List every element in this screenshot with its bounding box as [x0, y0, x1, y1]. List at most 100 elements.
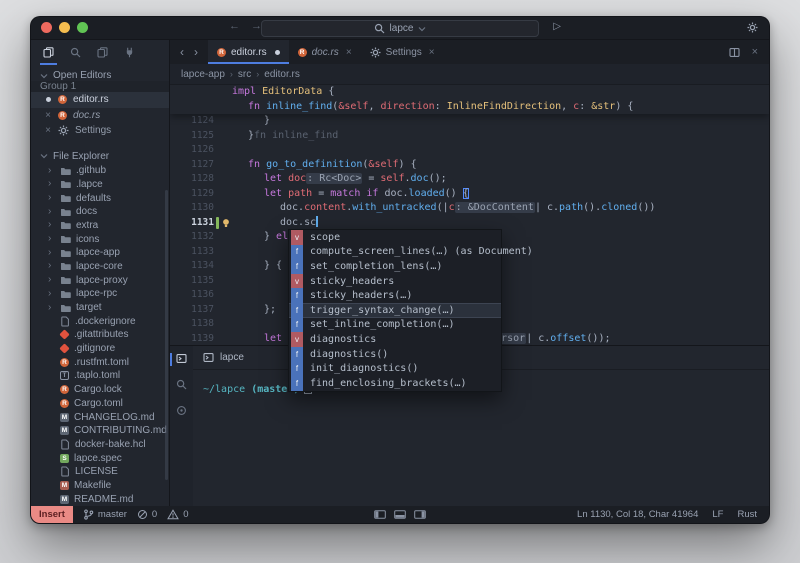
- chevron-right-icon: ›: [48, 303, 55, 313]
- search-icon[interactable]: [62, 40, 89, 65]
- problems-indicator[interactable]: 0 0: [137, 509, 189, 520]
- tree-item-.gitignore[interactable]: .gitignore: [31, 342, 169, 356]
- code-line: 1128let doc: Rc<Doc> = self.doc();: [170, 172, 769, 187]
- tree-item-lapce.spec[interactable]: Slapce.spec: [31, 451, 169, 465]
- completion-item-diagnostics[interactable]: vdiagnostics: [289, 332, 501, 347]
- tab-back-icon[interactable]: ‹: [180, 45, 184, 59]
- close-tab-icon[interactable]: ×: [429, 47, 435, 58]
- tab-doc.rs[interactable]: Rdoc.rs×: [289, 40, 361, 64]
- completion-item-set_inline_completion(…)[interactable]: fset_inline_completion(…): [289, 318, 501, 333]
- completion-item-trigger_syntax_change(…)[interactable]: ftrigger_syntax_change(…): [289, 303, 501, 318]
- branch-indicator[interactable]: master: [83, 509, 127, 520]
- completion-item-find_enclosing_brackets(…)[interactable]: ffind_enclosing_brackets(…): [289, 376, 501, 391]
- function-kind-icon: f: [291, 303, 303, 318]
- tree-item-Cargo.toml[interactable]: RCargo.toml: [31, 397, 169, 411]
- toggle-right-panel-icon[interactable]: [414, 510, 426, 519]
- completion-item-init_diagnostics()[interactable]: finit_diagnostics(): [289, 361, 501, 376]
- tree-item-lapce-proxy[interactable]: ›lapce-proxy: [31, 273, 169, 287]
- completion-item-compute_screen_lines(…) (as Document)[interactable]: fcompute_screen_lines(…) (as Document): [289, 245, 501, 260]
- tree-item-Makefile[interactable]: MMakefile: [31, 479, 169, 493]
- open-editors-header[interactable]: Open Editors: [31, 70, 169, 81]
- command-palette[interactable]: lapce: [261, 20, 539, 37]
- tree-item-.github[interactable]: ›.github: [31, 164, 169, 178]
- file-explorer-header[interactable]: File Explorer: [31, 151, 169, 162]
- tree-item-lapce-core[interactable]: ›lapce-core: [31, 260, 169, 274]
- mode-badge[interactable]: Insert: [31, 506, 73, 523]
- settings-gear-icon[interactable]: [747, 22, 758, 33]
- breadcrumb-segment[interactable]: lapce-app: [181, 69, 225, 80]
- completion-item-sticky_headers[interactable]: vsticky_headers: [289, 274, 501, 289]
- gutter: [214, 172, 220, 187]
- code-text: let path = match if doc.loaded() {: [232, 187, 469, 202]
- language-indicator[interactable]: Rust: [737, 509, 757, 520]
- tree-item-README.md[interactable]: MREADME.md: [31, 492, 169, 506]
- eol-indicator[interactable]: LF: [712, 509, 723, 520]
- folder-icon: [60, 275, 71, 285]
- chevron-right-icon: ›: [48, 220, 55, 230]
- minimize-window-button[interactable]: [59, 22, 70, 33]
- breadcrumb-segment[interactable]: src: [238, 69, 251, 80]
- sidebar-scrollbar[interactable]: [165, 190, 168, 480]
- tree-item-docs[interactable]: ›docs: [31, 205, 169, 219]
- toggle-bottom-panel-icon[interactable]: [394, 510, 406, 519]
- modified-indicator[interactable]: [44, 97, 52, 102]
- source-control-icon[interactable]: [89, 40, 116, 65]
- tree-item-icons[interactable]: ›icons: [31, 232, 169, 246]
- open-editor-item-Settings[interactable]: ×Settings: [31, 123, 169, 139]
- tab-forward-icon[interactable]: ›: [194, 45, 198, 59]
- tree-item-lapce-app[interactable]: ›lapce-app: [31, 246, 169, 260]
- open-editor-item-editor.rs[interactable]: Reditor.rs: [31, 92, 169, 108]
- line-number: 1129: [170, 187, 214, 202]
- tree-item-extra[interactable]: ›extra: [31, 219, 169, 233]
- markdown-icon: M: [60, 495, 69, 504]
- code-action-lightbulb-icon[interactable]: [220, 218, 232, 228]
- editor-column: ‹ › Reditor.rsRdoc.rs×Settings× × lapce-…: [170, 40, 769, 506]
- rust-icon: R: [60, 399, 69, 408]
- completion-item-sticky_headers(…)[interactable]: fsticky_headers(…): [289, 288, 501, 303]
- terminal-panel-icon[interactable]: [170, 353, 193, 364]
- back-arrow-icon[interactable]: ←: [229, 20, 240, 32]
- tree-item-Cargo.lock[interactable]: RCargo.lock: [31, 383, 169, 397]
- open-editors-list: Reditor.rs×Rdoc.rs×Settings: [31, 92, 169, 139]
- tree-item-defaults[interactable]: ›defaults: [31, 191, 169, 205]
- breadcrumb-segment[interactable]: editor.rs: [264, 69, 300, 80]
- line-number: 1128: [170, 172, 214, 187]
- tree-item-.taplo.toml[interactable]: T.taplo.toml: [31, 369, 169, 383]
- toggle-left-panel-icon[interactable]: [374, 510, 386, 519]
- code-line: 1129 let path = match if doc.loaded() {: [170, 187, 769, 202]
- close-icon[interactable]: ×: [752, 46, 758, 58]
- split-editor-icon[interactable]: [729, 47, 740, 58]
- zoom-window-button[interactable]: [77, 22, 88, 33]
- code-line: 1124}: [170, 114, 769, 129]
- tree-item-.gitattributes[interactable]: .gitattributes: [31, 328, 169, 342]
- tree-item-target[interactable]: ›target: [31, 301, 169, 315]
- tree-item-.rustfmt.toml[interactable]: R.rustfmt.toml: [31, 355, 169, 369]
- tree-item-LICENSE[interactable]: LICENSE: [31, 465, 169, 479]
- tab-editor.rs[interactable]: Reditor.rs: [208, 40, 289, 64]
- tree-item-.dockerignore[interactable]: .dockerignore: [31, 314, 169, 328]
- search-panel-icon[interactable]: [170, 379, 193, 390]
- completion-item-diagnostics()[interactable]: fdiagnostics(): [289, 347, 501, 362]
- close-tab-icon[interactable]: ×: [346, 47, 352, 58]
- breadcrumb[interactable]: lapce-app›src›editor.rs: [170, 64, 769, 85]
- tree-item-docker-bake.hcl[interactable]: docker-bake.hcl: [31, 438, 169, 452]
- cursor-position[interactable]: Ln 1130, Col 18, Char 41964: [577, 509, 698, 520]
- run-button[interactable]: ▷: [553, 21, 561, 32]
- rust-icon: R: [217, 48, 226, 57]
- tree-item-CHANGELOG.md[interactable]: MCHANGELOG.md: [31, 410, 169, 424]
- line-number: 1138: [170, 317, 214, 332]
- tab-Settings[interactable]: Settings×: [361, 40, 444, 64]
- open-editor-item-doc.rs[interactable]: ×Rdoc.rs: [31, 108, 169, 124]
- close-window-button[interactable]: [41, 22, 52, 33]
- tree-item-CONTRIBUTING.md[interactable]: MCONTRIBUTING.md: [31, 424, 169, 438]
- completion-item-scope[interactable]: vscope: [289, 230, 501, 245]
- tree-item-.lapce[interactable]: ›.lapce: [31, 178, 169, 192]
- tree-item-label: Makefile: [74, 480, 111, 491]
- debug-panel-icon[interactable]: [170, 405, 193, 416]
- plugin-icon[interactable]: [116, 40, 143, 65]
- tree-item-lapce-rpc[interactable]: ›lapce-rpc: [31, 287, 169, 301]
- close-icon[interactable]: ×: [44, 125, 52, 136]
- files-icon[interactable]: [35, 40, 62, 65]
- completion-item-set_completion_lens(…)[interactable]: fset_completion_lens(…): [289, 259, 501, 274]
- close-icon[interactable]: ×: [44, 110, 52, 121]
